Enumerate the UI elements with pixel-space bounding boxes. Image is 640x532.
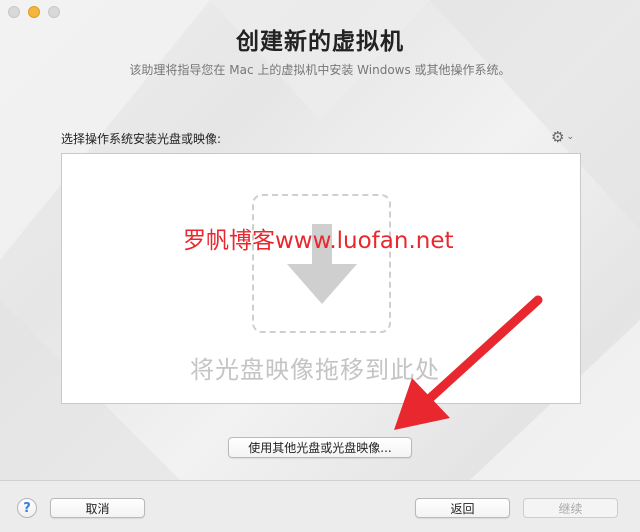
watermark-text: 罗帆博客www.luofan.net (183, 228, 454, 254)
gear-menu-button[interactable]: ⚙ ⌄ (551, 129, 581, 145)
image-drop-zone[interactable]: 罗帆博客www.luofan.net 将光盘映像拖移到此处 (61, 153, 581, 404)
continue-button[interactable]: 继续 (523, 498, 618, 518)
cancel-button[interactable]: 取消 (50, 498, 145, 518)
zoom-window-button[interactable] (48, 6, 60, 18)
close-window-button[interactable] (8, 6, 20, 18)
bottom-toolbar: ? 取消 返回 继续 (0, 480, 640, 532)
drop-hint-text: 将光盘映像拖移到此处 (190, 356, 440, 384)
minimize-window-button[interactable] (28, 6, 40, 18)
section-label: 选择操作系统安装光盘或映像: (61, 132, 222, 146)
back-button[interactable]: 返回 (415, 498, 510, 518)
page-title: 创建新的虚拟机 (236, 29, 404, 55)
chevron-down-icon: ⌄ (566, 131, 574, 142)
page-subtitle: 该助理将指导您在 Mac 上的虚拟机中安装 Windows 或其他操作系统。 (129, 63, 511, 77)
assistant-window: 创建新的虚拟机 该助理将指导您在 Mac 上的虚拟机中安装 Windows 或其… (0, 0, 640, 532)
drop-target-box (252, 194, 391, 333)
window-controls (8, 6, 60, 18)
gear-icon: ⚙ (551, 127, 565, 146)
help-button[interactable]: ? (17, 498, 37, 518)
choose-other-media-button[interactable]: 使用其他光盘或光盘映像... (228, 437, 412, 458)
